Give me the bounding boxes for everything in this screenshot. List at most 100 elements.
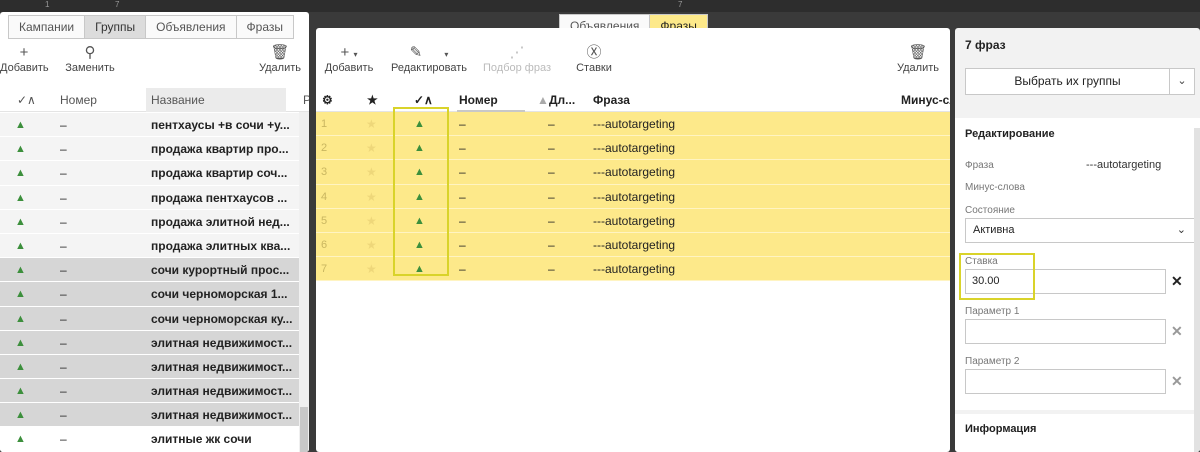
table-row[interactable]: ▲ – сочи черноморская 1... [0,282,309,307]
tab-ads[interactable]: Объявления [146,15,237,39]
delete-button[interactable]: 🗑 Удалить [256,44,304,74]
row-phrase: ---autotargeting [593,117,676,131]
search-icon: ⚲ [84,44,96,61]
row-number: – [459,237,466,252]
row-name: продажа элитной нед... [151,214,290,229]
table-row[interactable]: ▲ – элитная недвижимост... [0,354,309,380]
row-name: элитная недвижимост... [151,408,293,423]
table-row[interactable]: ▲ – сочи черноморская ку... [0,306,309,331]
row-number: – [60,384,67,399]
gear-icon[interactable]: ⚙ [322,93,333,107]
pick-phrases-button[interactable]: ⋰ Подбор фраз [482,44,552,74]
col-length[interactable]: Дл... [549,93,575,107]
row-number: – [459,213,466,228]
bid-highlight-box [959,253,1035,300]
star-col-icon[interactable]: ★ [367,93,378,107]
state-value: Активна [973,224,1015,236]
active-status-icon: ▲ [15,360,26,373]
table-row[interactable]: ▲ – элитные жк сочи [0,427,309,452]
col-name[interactable]: Название [146,88,286,112]
row-name: пентхаусы +в сочи +у... [151,118,290,132]
table-row[interactable]: ▲ – продажа квартир соч... [0,161,309,186]
star-icon[interactable]: ★ [366,233,377,257]
clear-bid-icon[interactable]: ✕ [1171,273,1183,290]
active-status-icon: ▲ [15,215,26,228]
groups-panel: Кампании Группы Объявления Фразы + Добав… [0,12,309,452]
replace-label: Заменить [65,62,115,74]
param1-label: Параметр 1 [965,306,1020,317]
row-number: – [60,263,67,278]
delete-phrase-button[interactable]: 🗑 Удалить [894,44,942,74]
active-status-icon: ▲ [15,119,26,131]
row-name: продажа квартир про... [151,142,289,157]
row-number: – [60,408,67,423]
table-row[interactable]: ▲ – продажа элитных ква... [0,233,309,259]
col-minus[interactable]: Минус-сл [901,93,950,107]
add-phrase-button[interactable]: + ▾ Добавить [322,44,376,74]
star-icon[interactable]: ★ [366,160,377,184]
star-icon[interactable]: ★ [366,209,377,233]
state-select[interactable]: Активна ⌄ [965,218,1195,243]
row-index: 7 [321,263,328,276]
groups-scrollbar[interactable] [299,112,309,452]
left-toolbar: + Добавить ⚲ Заменить 🗑 Удалить [0,44,309,88]
strip-count: 7 [115,0,120,9]
active-status-icon: ▲ [15,288,26,301]
row-index: 6 [321,238,328,251]
star-icon[interactable]: ★ [366,185,377,209]
replace-button[interactable]: ⚲ Заменить [64,44,116,74]
delete-phrase-label: Удалить [897,62,939,74]
tab-campaigns[interactable]: Кампании [8,15,86,39]
bids-button[interactable]: Ⓧ Ставки [570,44,618,74]
star-icon[interactable]: ★ [366,112,377,136]
row-index: 1 [321,118,328,130]
clear-param2-icon[interactable]: ✕ [1171,373,1183,390]
param2-input[interactable] [965,369,1166,394]
row-name: продажа пентхаусов ... [151,190,288,205]
col-number[interactable]: Номер [459,93,498,107]
row-number: – [60,166,67,181]
status-col-icon[interactable]: ✓∧ [414,93,433,107]
param1-input[interactable] [965,319,1166,344]
edit-button[interactable]: ✎ ▾ Редактировать [390,44,468,74]
clear-param1-icon[interactable]: ✕ [1171,323,1183,340]
star-icon[interactable]: ★ [366,136,377,160]
param2-label: Параметр 2 [965,356,1020,367]
tab-groups[interactable]: Группы [85,15,147,39]
col-phrase[interactable]: Фраза [593,93,630,107]
row-name: сочи черноморская 1... [151,287,288,302]
row-length: – [548,262,555,277]
table-row[interactable]: ▲ – элитная недвижимост... [0,403,309,428]
table-row[interactable]: ▲ – продажа пентхаусов ... [0,185,309,210]
row-phrase: ---autotargeting [593,141,676,156]
table-row[interactable]: ▲ – элитная недвижимост... [0,330,309,355]
table-row[interactable]: ▲ – продажа элитной нед... [0,209,309,234]
row-name: элитная недвижимост... [151,359,293,374]
row-name: элитная недвижимост... [151,384,293,399]
star-icon[interactable]: ★ [366,257,377,281]
table-row[interactable]: ▲ – продажа квартир про... [0,137,309,162]
add-phrase-label: Добавить [324,62,374,74]
active-status-icon: ▲ [15,167,26,180]
row-length: – [548,165,555,180]
details-scrollbar[interactable] [1194,128,1200,452]
table-row[interactable]: ▲ – сочи курортный прос... [0,258,309,283]
network-icon: ⋰ [509,44,525,61]
row-name: продажа квартир соч... [151,166,288,181]
col-extra[interactable]: Р [303,93,309,107]
add-button[interactable]: + Добавить [0,44,49,74]
table-row[interactable]: ▲ – элитная недвижимост... [0,379,309,404]
active-status-icon: ▲ [15,264,26,277]
row-phrase: ---autotargeting [593,189,676,204]
edit-label: Редактировать [391,62,467,74]
scrollbar-thumb[interactable] [300,407,308,452]
select-groups-dropdown[interactable]: ⌄ [1169,68,1195,95]
strip-count: 7 [678,0,683,9]
col-number[interactable]: Номер [60,93,97,107]
select-groups-button[interactable]: Выбрать их группы [965,68,1170,95]
row-length: – [548,189,555,204]
active-status-icon: ▲ [15,409,26,422]
status-col-icon[interactable]: ✓∧ [17,93,36,107]
table-row[interactable]: ▲ – пентхаусы +в сочи +у... [0,113,309,138]
tab-phrases[interactable]: Фразы [236,15,294,39]
